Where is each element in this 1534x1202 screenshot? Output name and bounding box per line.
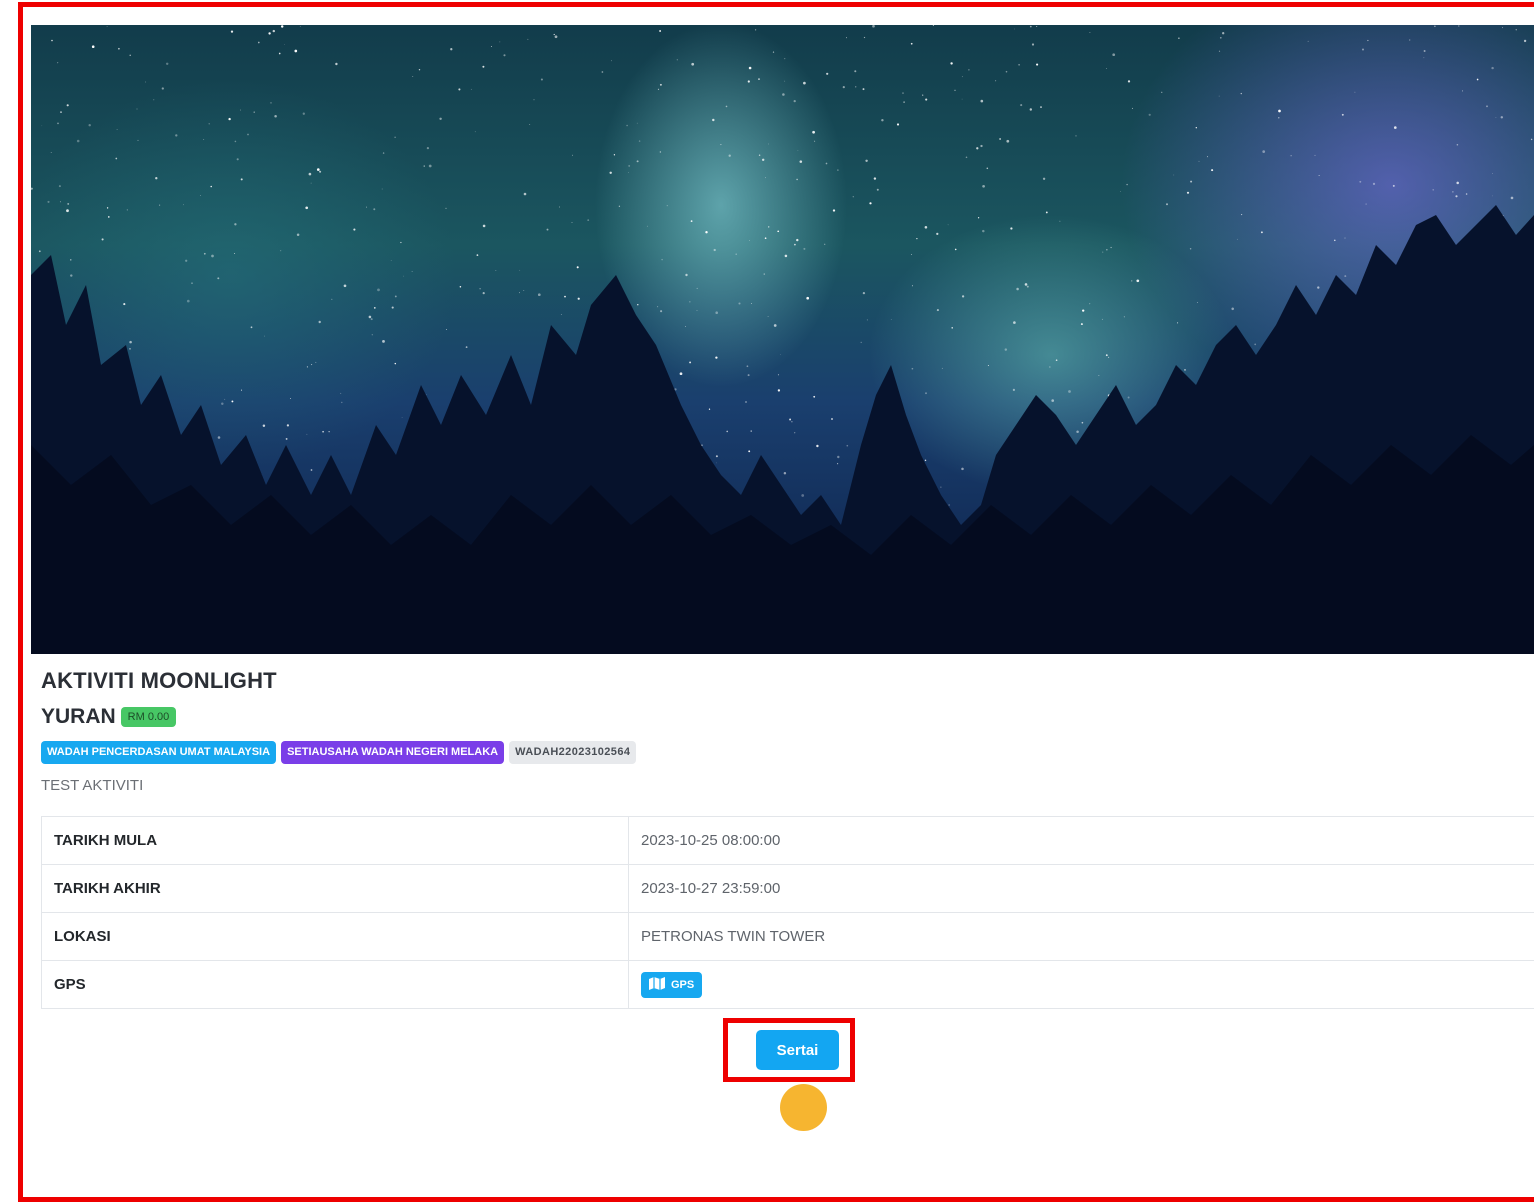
- click-indicator: [780, 1084, 827, 1131]
- start-date-label: TARIKH MULA: [42, 817, 629, 865]
- organizer-tag: SETIAUSAHA WADAH NEGERI MELAKA: [281, 741, 504, 764]
- gps-button-label: GPS: [671, 979, 694, 991]
- fee-badge: RM 0.00: [121, 707, 177, 727]
- activity-title: AKTIVITI MOONLIGHT: [41, 668, 277, 694]
- night-forest-scene: [31, 25, 1534, 654]
- join-button[interactable]: Sertai: [756, 1030, 839, 1070]
- table-row: GPS GPS: [42, 961, 1534, 1009]
- end-date-label: TARIKH AKHIR: [42, 865, 629, 913]
- activity-code-tag: WADAH22023102564: [509, 741, 636, 764]
- end-date-value: 2023-10-27 23:59:00: [629, 865, 1534, 913]
- organization-tag: WADAH PENCERDASAN UMAT MALAYSIA: [41, 741, 276, 764]
- activity-details-table: TARIKH MULA 2023-10-25 08:00:00 TARIKH A…: [41, 816, 1534, 1009]
- gps-button[interactable]: GPS: [641, 972, 702, 998]
- location-value: PETRONAS TWIN TOWER: [629, 913, 1534, 961]
- tag-list: WADAH PENCERDASAN UMAT MALAYSIA SETIAUSA…: [41, 741, 636, 764]
- gps-value-cell: GPS: [629, 961, 1534, 1009]
- fee-label: YURAN: [41, 705, 116, 729]
- location-label: LOKASI: [42, 913, 629, 961]
- fee-row: YURAN RM 0.00: [41, 705, 176, 729]
- gps-label: GPS: [42, 961, 629, 1009]
- table-row: LOKASI PETRONAS TWIN TOWER: [42, 913, 1534, 961]
- start-date-value: 2023-10-25 08:00:00: [629, 817, 1534, 865]
- table-row: TARIKH MULA 2023-10-25 08:00:00: [42, 817, 1534, 865]
- table-row: TARIKH AKHIR 2023-10-27 23:59:00: [42, 865, 1534, 913]
- event-banner-image: [31, 25, 1534, 654]
- activity-description: TEST AKTIVITI: [41, 777, 143, 794]
- map-icon: [649, 977, 665, 993]
